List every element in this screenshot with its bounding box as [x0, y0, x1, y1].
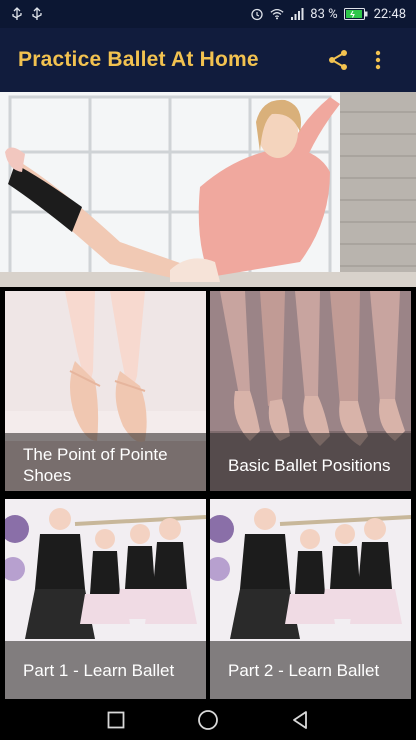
back-triangle-icon	[293, 711, 307, 729]
overflow-menu-button[interactable]	[358, 40, 398, 80]
tile-caption: The Point of Pointe Shoes	[5, 433, 206, 491]
usb-icon	[12, 7, 22, 20]
alarm-icon	[251, 8, 263, 21]
status-left	[10, 7, 44, 21]
wifi-icon	[270, 9, 284, 20]
share-icon	[329, 50, 347, 70]
app-title: Practice Ballet At Home	[18, 48, 259, 71]
video-grid: The Point of Pointe Shoes Basic Ballet P…	[0, 291, 416, 699]
recents-square-icon	[107, 711, 125, 729]
back-button[interactable]	[280, 700, 320, 740]
status-right: 83 % 22:48	[250, 7, 406, 22]
home-circle-icon	[198, 710, 218, 730]
share-button[interactable]	[318, 40, 358, 80]
battery-icon	[343, 8, 368, 20]
tile-pointe-shoes[interactable]: The Point of Pointe Shoes	[5, 291, 206, 491]
hero-illustration	[0, 92, 416, 287]
tile-caption: Part 1 - Learn Ballet	[5, 641, 206, 699]
tile-part-2[interactable]: Part 2 - Learn Ballet	[210, 499, 411, 699]
app-bar: Practice Ballet At Home	[0, 28, 416, 92]
status-time: 22:48	[373, 6, 406, 22]
status-bar: 83 % 22:48	[0, 0, 416, 28]
tile-caption: Part 2 - Learn Ballet	[210, 641, 411, 699]
tile-part-1[interactable]: Part 1 - Learn Ballet	[5, 499, 206, 699]
usb-icon	[32, 7, 42, 20]
tile-basic-positions[interactable]: Basic Ballet Positions	[210, 291, 411, 491]
signal-icon	[291, 8, 304, 20]
system-nav-bar	[0, 700, 416, 740]
recents-button[interactable]	[96, 700, 136, 740]
more-vert-icon	[375, 50, 381, 70]
hero-image	[0, 92, 416, 287]
tile-caption: Basic Ballet Positions	[210, 433, 411, 491]
battery-percent: 83 %	[310, 6, 338, 22]
home-button[interactable]	[188, 700, 228, 740]
